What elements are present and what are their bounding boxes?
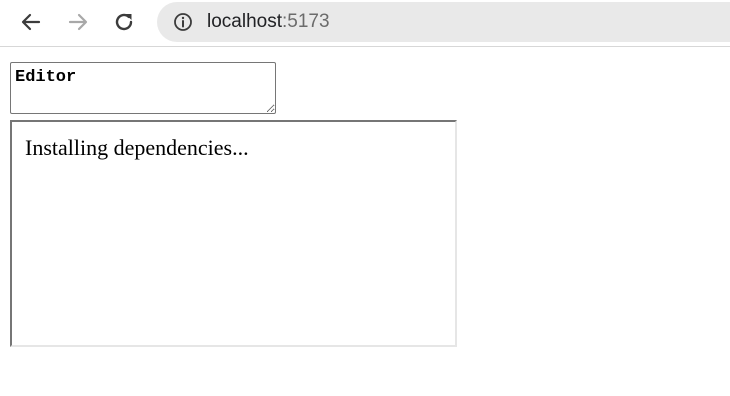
reload-button[interactable] xyxy=(110,8,138,36)
forward-arrow-icon xyxy=(68,13,88,31)
back-arrow-icon xyxy=(21,13,41,31)
back-button[interactable] xyxy=(17,8,45,36)
editor-textarea[interactable]: Editor xyxy=(10,62,276,114)
url-host: localhost xyxy=(207,11,282,32)
url-text: localhost:5173 xyxy=(207,11,330,33)
forward-button[interactable] xyxy=(64,8,92,36)
url-port: :5173 xyxy=(282,11,330,32)
address-bar[interactable]: localhost:5173 xyxy=(157,2,730,42)
reload-icon xyxy=(115,13,133,31)
browser-toolbar: localhost:5173 xyxy=(0,0,730,47)
output-panel: Installing dependencies... xyxy=(10,120,457,347)
status-message: Installing dependencies... xyxy=(25,135,249,160)
info-icon[interactable] xyxy=(173,12,193,32)
